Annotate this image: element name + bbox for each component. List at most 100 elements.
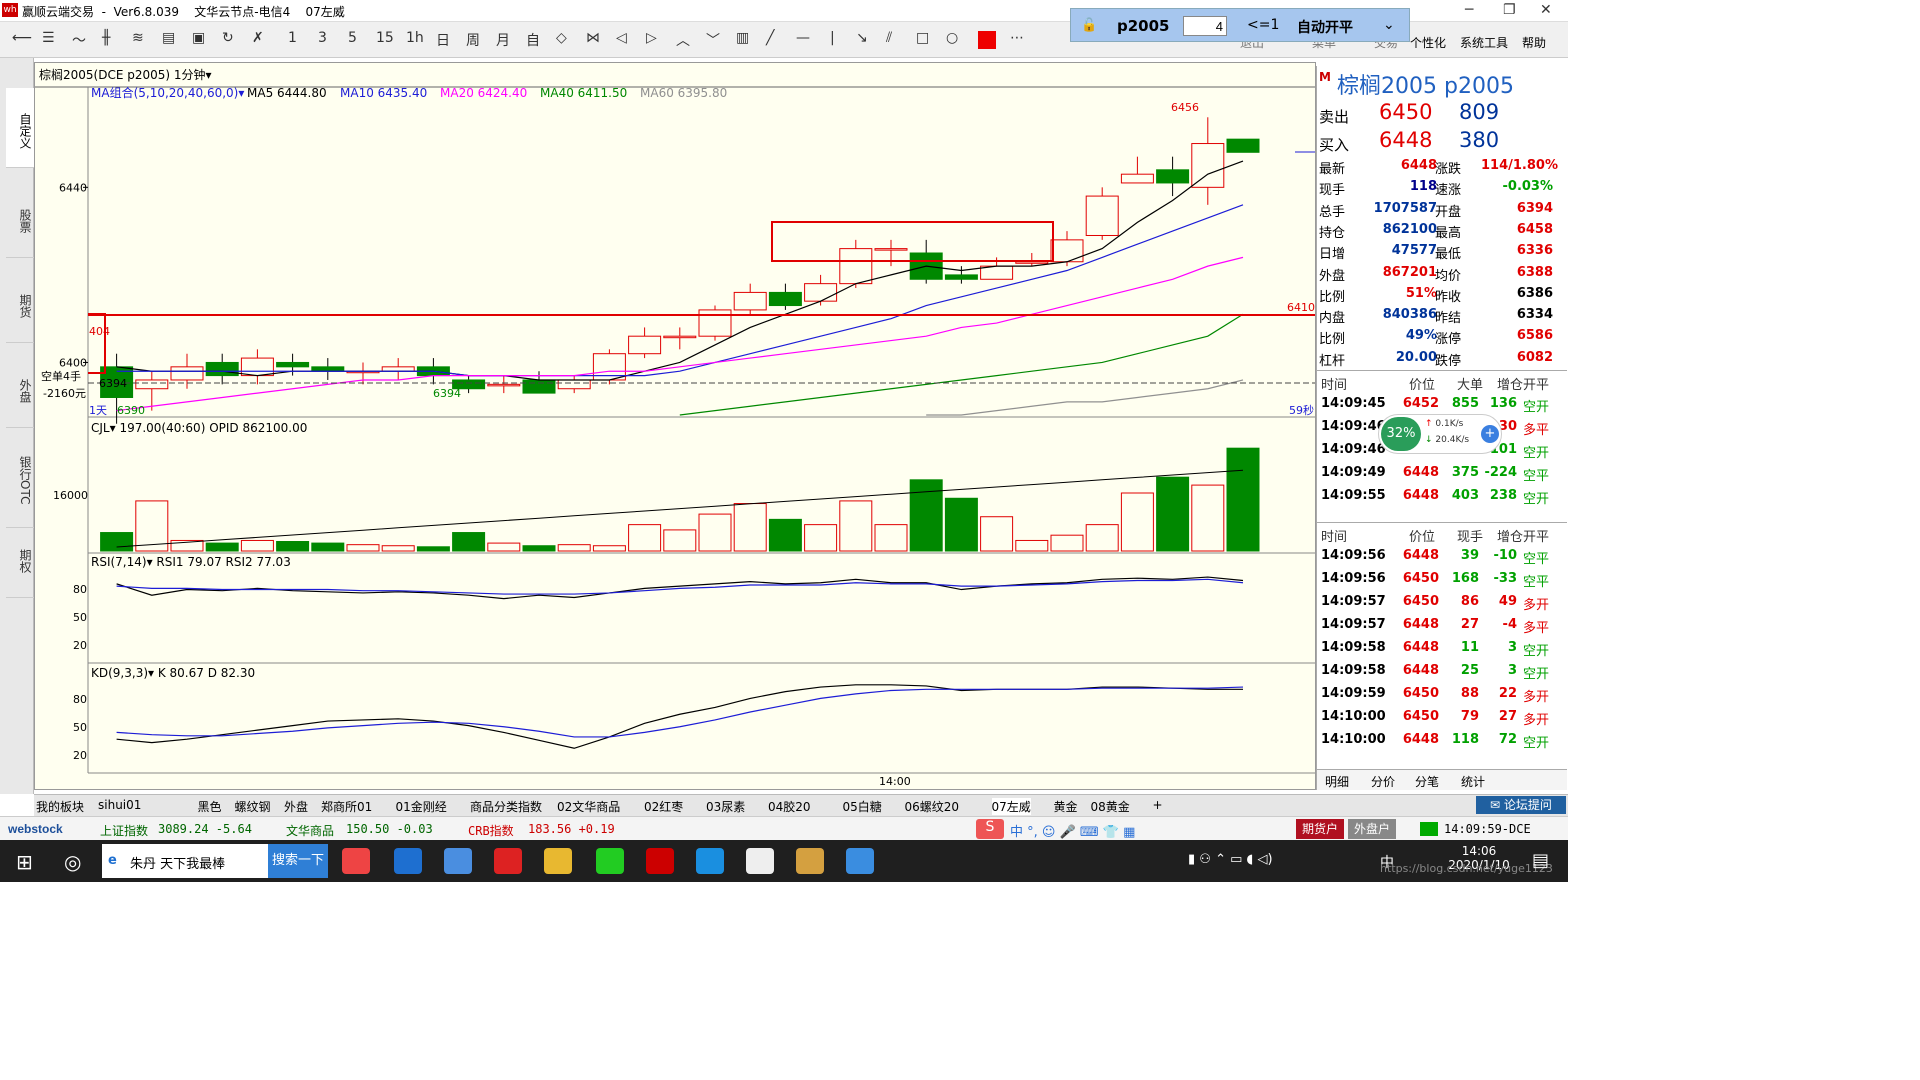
color-picker-icon[interactable] (978, 31, 996, 49)
period-5min-button[interactable]: 5 (348, 30, 357, 46)
forum-button[interactable]: ✉ 论坛提问 (1476, 796, 1566, 814)
volume-bar[interactable] (909, 479, 943, 552)
draw-ellipse-icon[interactable]: ○ (946, 30, 958, 46)
table-row[interactable]: 14:09:58 6448 11 3 空开 (1317, 637, 1567, 659)
table-row[interactable]: 14:09:56 6448 39 -10 空平 (1317, 545, 1567, 567)
pycharm-icon[interactable] (596, 848, 624, 874)
tab-trades[interactable]: 分笔 (1415, 773, 1439, 790)
board-tab[interactable]: 黑色 (198, 798, 222, 815)
candle-body[interactable] (1156, 169, 1190, 184)
candle-body[interactable] (311, 366, 345, 372)
ime-logo-icon[interactable]: S (976, 819, 1004, 839)
more-icon[interactable]: ⋯ (1010, 30, 1024, 46)
period-week-button[interactable]: 周 (466, 30, 480, 50)
youdao-icon[interactable] (494, 848, 522, 874)
maximize-button[interactable]: ❐ (1503, 2, 1516, 18)
refresh-icon[interactable]: ↻ (222, 30, 234, 46)
candle-body[interactable] (733, 291, 767, 311)
chrome-icon[interactable] (342, 848, 370, 874)
volume-bar[interactable] (1191, 484, 1225, 552)
nav-futures[interactable]: 期货 (6, 263, 34, 343)
period-custom-button[interactable]: 自 (526, 30, 540, 50)
cortana-icon[interactable]: ◎ (64, 850, 81, 874)
app-icon-2[interactable] (746, 848, 774, 874)
period-day-button[interactable]: 日 (436, 30, 450, 50)
volume-label[interactable]: CJL▾ 197.00(40:60) OPID 862100.00 (91, 421, 307, 435)
bid-price[interactable]: 6448 (1379, 128, 1432, 152)
candle-body[interactable] (839, 248, 873, 285)
ask-row[interactable]: 卖出 6450 809 (1317, 100, 1567, 128)
candle-body[interactable] (628, 335, 662, 355)
index-name-0[interactable]: 上证指数 (100, 822, 148, 839)
period-month-button[interactable]: 月 (496, 30, 510, 50)
candle-body[interactable] (205, 361, 239, 377)
candle-body[interactable] (663, 335, 697, 339)
network-speed-widget[interactable]: 32% ↑ 0.1K/s ↓ 20.4K/s + (1378, 414, 1502, 454)
draw-ray-icon[interactable]: ↘ (856, 30, 868, 46)
candle-body[interactable] (240, 357, 274, 377)
board-tab[interactable]: 02红枣 (644, 798, 683, 815)
candle-body[interactable] (698, 309, 732, 337)
volume-bar[interactable] (1015, 539, 1049, 552)
menu-help[interactable]: 帮助 (1522, 34, 1546, 51)
qq-browser-icon[interactable] (696, 848, 724, 874)
ma-combo-label[interactable]: MA组合(5,10,20,40,60,0)▾ (91, 85, 244, 100)
period-15min-button[interactable]: 15 (376, 30, 394, 46)
notification-icon[interactable]: ▤ (1532, 850, 1549, 871)
board-tab[interactable]: + (1153, 798, 1163, 812)
candle-body[interactable] (381, 366, 415, 372)
draw-rect-icon[interactable]: □ (916, 30, 929, 46)
kd-label[interactable]: KD(9,3,3)▾ K 80.67 D 82.30 (91, 666, 255, 680)
board-tab[interactable]: 08黄金 (1091, 798, 1130, 815)
trade-mode-select[interactable]: 自动开平 (1297, 17, 1353, 37)
trade-qty-input[interactable] (1183, 16, 1227, 36)
back-arrow-icon[interactable]: ⟵ (12, 30, 32, 46)
candle-body[interactable] (487, 383, 521, 387)
candle-body[interactable] (804, 283, 838, 302)
chevron-down-icon[interactable]: ⌄ (1383, 17, 1395, 33)
candle-body[interactable] (768, 291, 802, 307)
volume-bar[interactable] (839, 500, 873, 552)
candle-body[interactable] (1226, 138, 1260, 153)
volume-bar[interactable] (522, 545, 556, 552)
futures-account-button[interactable]: 期货户 (1296, 819, 1344, 839)
volume-bar[interactable] (205, 542, 239, 552)
board-tab[interactable]: 03尿素 (706, 798, 745, 815)
board-tab[interactable]: sihui01 (98, 798, 141, 812)
down-icon[interactable]: ﹀ (706, 30, 720, 50)
trade-condition[interactable]: <=1 (1247, 17, 1279, 33)
board-tab[interactable]: 05白糖 (843, 798, 882, 815)
save-icon[interactable]: ▣ (192, 30, 205, 46)
table-row[interactable]: 14:09:56 6450 168 -33 空平 (1317, 568, 1567, 590)
board-tab[interactable]: 06螺纹20 (905, 798, 960, 815)
candle-body[interactable] (1085, 195, 1119, 236)
kline-icon[interactable]: ╫ (102, 30, 110, 46)
board-tab[interactable]: 螺纹钢 (235, 798, 271, 815)
table-row[interactable]: 14:09:58 6448 25 3 空开 (1317, 660, 1567, 682)
index-name-2[interactable]: CRB指数 (468, 822, 514, 839)
app-icon-1[interactable] (444, 848, 472, 874)
board-tab[interactable]: 商品分类指数 (470, 798, 542, 815)
volume-bar[interactable] (1085, 524, 1119, 552)
volume-bar[interactable] (980, 516, 1014, 552)
volume-bar[interactable] (944, 497, 978, 552)
table-row[interactable]: 14:09:57 6450 86 49 多开 (1317, 591, 1567, 613)
edge-icon[interactable] (394, 848, 422, 874)
candle-body[interactable] (1050, 239, 1084, 263)
index-name-1[interactable]: 文华商品 (286, 822, 334, 839)
nav-foreign[interactable]: 外盘 (6, 348, 34, 428)
candle-body[interactable] (1120, 173, 1154, 184)
kline-chart-svg[interactable]: 棕榈2005(DCE p2005) 1分钟▾ MA组合(5,10,20,40,6… (35, 63, 1315, 789)
table-icon[interactable]: ▤ (162, 30, 175, 46)
board-tab[interactable]: 02文华商品 (557, 798, 620, 815)
ime-tray-icons[interactable]: 中 °, ☺ 🎤 ⌨ 👕 ▦ (1010, 821, 1135, 840)
volume-bar[interactable] (804, 524, 838, 552)
volume-bar[interactable] (733, 503, 767, 552)
nav-options[interactable]: 期权 (6, 518, 34, 598)
plus-icon[interactable]: + (1481, 425, 1499, 443)
volume-bar[interactable] (1156, 476, 1190, 552)
menu-system-tools[interactable]: 系统工具 (1460, 34, 1508, 51)
list-icon[interactable]: ☰ (42, 30, 55, 46)
board-tab[interactable]: 黄金 (1054, 798, 1078, 815)
zoom-in-icon[interactable]: ◇ (556, 30, 567, 46)
